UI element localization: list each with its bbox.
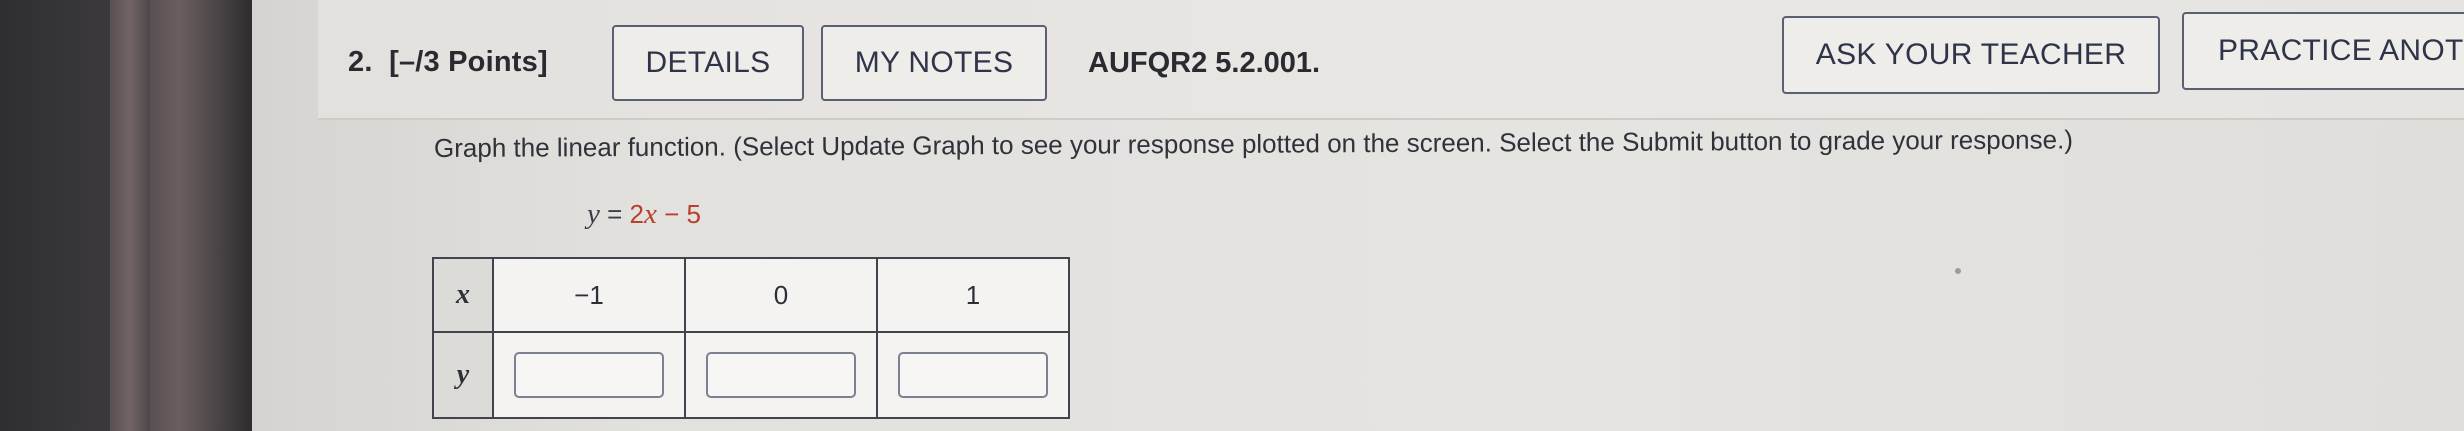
- ask-your-teacher-label: ASK YOUR TEACHER: [1815, 38, 2127, 71]
- problem-id: AUFQR2 5.2.001.: [1088, 47, 1321, 79]
- y-answer-input-1[interactable]: [514, 352, 664, 398]
- x-row-header: x: [432, 257, 494, 333]
- details-button[interactable]: DETAILS: [612, 25, 804, 101]
- equation-constant: − 5: [656, 199, 701, 229]
- my-notes-button[interactable]: MY NOTES: [821, 25, 1047, 101]
- x-value-cell: −1: [492, 257, 686, 333]
- question-number: 2.: [348, 46, 373, 78]
- y-answer-input-2[interactable]: [706, 352, 856, 398]
- practice-another-button[interactable]: PRACTICE ANOT: [2182, 12, 2464, 90]
- y-answer-input-3[interactable]: [898, 352, 1048, 398]
- screen-speck: [1955, 268, 1961, 274]
- y-value-cell: [876, 331, 1070, 419]
- y-row-header: y: [432, 331, 494, 419]
- function-equation: y = 2x − 5: [587, 198, 701, 231]
- equation-equals: =: [599, 199, 630, 229]
- x-value-cell: 0: [684, 257, 878, 333]
- details-button-label: DETAILS: [645, 46, 771, 79]
- equation-rhs: 2x − 5: [629, 198, 701, 230]
- table-row-y: y: [432, 331, 1070, 419]
- question-points: [–/3 Points]: [389, 46, 548, 78]
- equation-coefficient: 2: [629, 199, 644, 229]
- value-table: x −1 0 1 y: [432, 257, 1070, 419]
- ask-your-teacher-button[interactable]: ASK YOUR TEACHER: [1782, 16, 2160, 94]
- y-value-cell: [684, 331, 878, 419]
- equation-rhs-variable: x: [643, 198, 657, 230]
- question-title: 2. [–/3 Points]: [348, 46, 548, 79]
- practice-another-label: PRACTICE ANOT: [2218, 34, 2464, 67]
- equation-lhs-variable: y: [587, 198, 600, 230]
- y-value-cell: [492, 331, 686, 419]
- screen-frame: 2. [–/3 Points] DETAILS MY NOTES AUFQR2 …: [0, 0, 2464, 431]
- bezel-highlight: [110, 0, 150, 431]
- my-notes-button-label: MY NOTES: [854, 46, 1014, 79]
- table-row-x: x −1 0 1: [432, 257, 1070, 333]
- x-value-cell: 1: [876, 257, 1070, 333]
